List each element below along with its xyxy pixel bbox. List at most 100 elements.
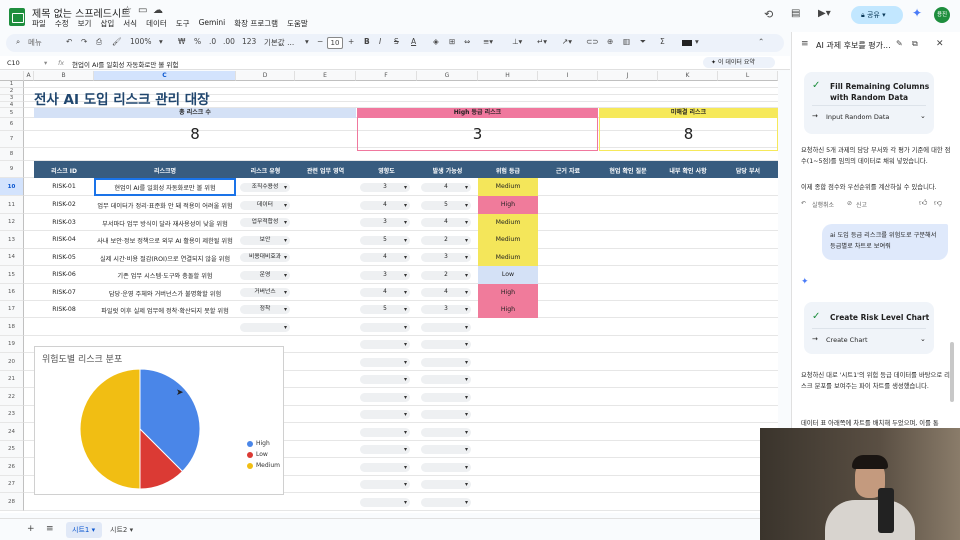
table-header-cell[interactable]: 내부 확인 사항 [658,166,718,175]
menu-1[interactable]: 파일 [32,18,46,29]
font-select[interactable]: 기본값 ... [264,37,294,48]
column-header-b[interactable]: B [34,71,94,81]
likelihood-dropdown[interactable] [421,480,471,489]
percent-button[interactable]: % [194,37,201,46]
column-header-e[interactable]: E [295,71,356,81]
impact-dropdown[interactable] [360,392,410,402]
impact-dropdown[interactable]: 3 [360,218,410,227]
row-header-9[interactable]: 9 [0,161,24,178]
row-header-11[interactable]: 11 [0,196,24,214]
column-header-k[interactable]: K [658,71,718,81]
row-header-24[interactable]: 24 [0,423,24,441]
risk-name-cell[interactable]: 사내 보안·정보 정책으로 외부 AI 활용이 제한될 위험 [94,236,236,245]
likelihood-dropdown[interactable]: 3 [421,253,471,262]
risk-name-cell[interactable]: 실제 시간·비용 절감(ROI)으로 연결되지 않을 위험 [94,254,236,263]
menu-2[interactable]: 수정 [55,18,69,29]
likelihood-dropdown[interactable] [421,392,471,402]
menu-5[interactable]: 서식 [123,18,137,29]
total-risk-label[interactable]: 총 리스크 수 [34,108,356,118]
link-icon[interactable]: ⊂⊃ [586,37,599,46]
menu-9[interactable]: 확장 프로그램 [234,18,278,29]
risk-id-cell[interactable]: RISK-05 [34,254,94,261]
risk-type-dropdown[interactable]: 보안 [240,235,290,245]
risk-name-cell[interactable]: 파일럿 이후 실제 업무에 정착·확산되지 못할 위험 [94,306,236,315]
likelihood-dropdown[interactable] [421,462,471,472]
risk-id-cell[interactable]: RISK-06 [34,271,94,278]
risk-id-cell[interactable]: RISK-01 [34,183,94,190]
undo-icon[interactable]: ↶ [801,200,806,207]
row-header-5[interactable]: 5 [0,108,24,118]
risk-id-cell[interactable]: RISK-03 [34,219,94,226]
close-icon[interactable]: ✕ [936,39,944,49]
currency-button[interactable]: ₩ [178,37,185,46]
thumbs-down-icon[interactable]: 👎︎ [934,198,942,208]
table-header-cell[interactable]: 담당 부서 [718,166,778,175]
likelihood-dropdown[interactable]: 3 [421,305,471,314]
impact-dropdown[interactable]: 4 [360,200,410,210]
row-header-17[interactable]: 17 [0,301,24,318]
risk-level-cell[interactable]: High [478,196,538,214]
column-header-d[interactable]: D [236,71,295,81]
row-header-19[interactable]: 19 [0,336,24,353]
select-all-corner[interactable] [0,71,24,81]
row-header-13[interactable]: 13 [0,231,24,249]
menu-7[interactable]: 도구 [176,18,190,29]
font-size-increase-icon[interactable]: + [348,37,354,46]
italic-icon[interactable]: I [379,37,381,46]
risk-level-cell[interactable]: Low [478,266,538,284]
new-chat-icon[interactable]: ✎ [896,39,903,48]
share-button[interactable]: 🔒︎ 공유 ▾ [851,6,903,24]
row-header-18[interactable]: 18 [0,318,24,336]
star-icon[interactable]: ☆ [123,5,132,16]
name-box[interactable]: C10 [7,59,20,67]
likelihood-dropdown[interactable] [421,410,471,419]
table-header-cell[interactable]: 리스크 ID [34,166,94,175]
impact-dropdown[interactable] [360,480,410,489]
merge-cells-icon[interactable]: ⇔ [464,37,470,46]
unresolved-risk-label[interactable]: 미해결 리스크 [599,108,778,118]
alternating-colors-icon[interactable] [682,40,692,46]
risk-level-cell[interactable]: Medium [478,214,538,231]
step-row[interactable]: → Input Random Data ⌄ [812,105,926,127]
menu-8[interactable]: Gemini [199,18,226,29]
impact-dropdown[interactable]: 5 [360,235,410,245]
risk-name-cell[interactable]: 업무 데이터가 정리·표준화 안 돼 적용이 어려울 위험 [94,201,236,210]
add-sheet-icon[interactable]: + [27,524,35,534]
risk-type-dropdown[interactable]: 조직수용성 [240,182,290,192]
menu-6[interactable]: 데이터 [146,18,167,29]
likelihood-dropdown[interactable] [421,375,471,384]
filter-icon[interactable]: ⏷ [640,37,646,47]
table-header-cell[interactable]: 발생 가능성 [417,166,478,175]
impact-dropdown[interactable] [360,357,410,367]
likelihood-dropdown[interactable]: 2 [421,235,471,245]
high-risk-label[interactable]: High 등급 리스크 [357,108,598,118]
table-header-cell[interactable]: 위험 등급 [478,166,538,175]
borders-icon[interactable]: ⊞ [449,37,455,46]
column-header-l[interactable]: L [718,71,778,81]
menu-10[interactable]: 도움말 [287,18,308,29]
likelihood-dropdown[interactable] [421,445,471,454]
increase-decimal-button[interactable]: .00 [223,37,235,46]
risk-type-dropdown[interactable]: 거버넌스 [240,288,290,297]
search-menu-icon[interactable]: ⌕ [16,37,20,47]
row-header-27[interactable]: 27 [0,476,24,493]
tab-sheet2[interactable]: 시트2 ▾ [106,522,142,538]
panel-scrollbar[interactable] [950,342,954,402]
chevron-up-icon[interactable]: ⌃ [758,37,764,46]
font-size-decrease-icon[interactable]: − [317,37,323,46]
column-header-h[interactable]: H [478,71,538,81]
menu-search-label[interactable]: 메뉴 [28,37,42,48]
row-header-16[interactable]: 16 [0,284,24,301]
row-header-25[interactable]: 25 [0,441,24,458]
likelihood-dropdown[interactable]: 5 [421,200,471,210]
risk-level-cell[interactable]: High [478,284,538,301]
risk-level-cell[interactable]: Medium [478,178,538,196]
risk-level-cell[interactable]: High [478,301,538,318]
impact-dropdown[interactable] [360,445,410,454]
likelihood-dropdown[interactable] [421,497,471,507]
row-header-28[interactable]: 28 [0,493,24,511]
risk-type-dropdown[interactable]: 업무적합성 [240,218,290,227]
unresolved-risk-value[interactable]: 8 [599,118,778,151]
row-header-2[interactable]: 2 [0,88,24,95]
likelihood-dropdown[interactable] [421,322,471,332]
